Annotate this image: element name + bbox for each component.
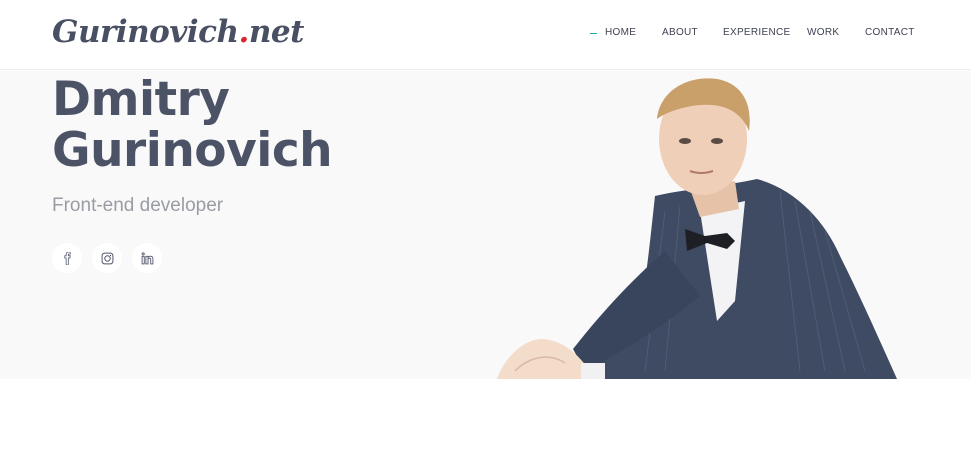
site-header: Gurinovich.net HOME ABOUT EXPERIENCE WOR…: [0, 0, 971, 70]
nav-home[interactable]: HOME: [589, 27, 636, 38]
facebook-link[interactable]: [52, 243, 82, 273]
main-nav: HOME ABOUT EXPERIENCE WORK CONTACT: [0, 27, 971, 41]
hero-name: Dmitry Gurinovich: [52, 74, 472, 176]
page-below-hero: [0, 379, 971, 451]
instagram-link[interactable]: [92, 243, 122, 273]
hero-role: Front-end developer: [52, 195, 224, 216]
portrait-photo: [497, 78, 897, 379]
hero-name-last: Gurinovich: [52, 123, 333, 178]
linkedin-link[interactable]: [132, 243, 162, 273]
nav-experience[interactable]: EXPERIENCE: [723, 27, 790, 38]
nav-work[interactable]: WORK: [807, 27, 839, 38]
social-links: [52, 243, 172, 273]
hero-name-first: Dmitry: [52, 72, 230, 127]
nav-about[interactable]: ABOUT: [662, 27, 698, 38]
facebook-icon: [63, 251, 71, 265]
nav-contact[interactable]: CONTACT: [865, 27, 915, 38]
linkedin-icon: [141, 251, 153, 264]
hero-section: Dmitry Gurinovich Front-end developer: [0, 71, 971, 379]
instagram-icon: [101, 252, 113, 264]
